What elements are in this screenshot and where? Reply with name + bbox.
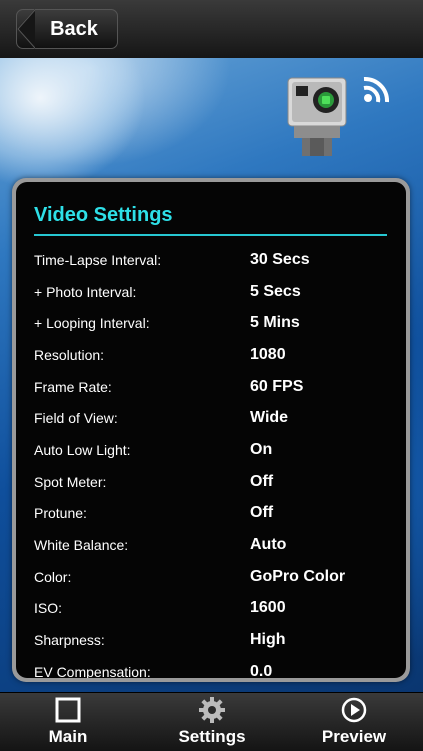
setting-row-ev-compensation[interactable]: EV Compensation: 0.0 — [34, 656, 394, 678]
setting-row-field-of-view[interactable]: Field of View: Wide — [34, 402, 394, 434]
back-button-label: Back — [50, 17, 98, 40]
setting-label: EV Compensation: — [34, 663, 151, 678]
setting-value: 60 FPS — [250, 377, 304, 395]
setting-row-looping-interval[interactable]: + Looping Interval: 5 Mins — [34, 307, 394, 339]
panel-title: Video Settings — [34, 204, 173, 226]
setting-row-spot-meter[interactable]: Spot Meter: Off — [34, 466, 394, 498]
setting-value: Wide — [250, 409, 289, 427]
tab-preview-label: Preview — [321, 727, 387, 746]
setting-label: Frame Rate: — [34, 378, 112, 395]
setting-value: 5 Mins — [250, 314, 300, 332]
tab-settings-label: Settings — [178, 727, 246, 746]
back-arrow-icon — [17, 9, 35, 49]
gear-icon — [198, 693, 226, 727]
video-settings-panel: Video Settings Time-Lapse Interval: 30 S… — [12, 178, 410, 682]
setting-row-white-balance[interactable]: White Balance: Auto — [34, 529, 394, 561]
setting-row-time-lapse-interval[interactable]: Time-Lapse Interval: 30 Secs — [34, 244, 394, 276]
camera-icon — [286, 74, 348, 158]
setting-label: Time-Lapse Interval: — [34, 251, 162, 268]
setting-value: 30 Secs — [250, 250, 310, 268]
setting-row-auto-low-light[interactable]: Auto Low Light: On — [34, 434, 394, 466]
setting-label: ISO: — [34, 600, 63, 617]
setting-value: Off — [250, 504, 274, 522]
setting-row-protune[interactable]: Protune: Off — [34, 498, 394, 530]
setting-label: + Looping Interval: — [34, 315, 150, 332]
setting-value: High — [250, 631, 286, 649]
setting-label: Sharpness: — [34, 632, 105, 649]
setting-row-iso[interactable]: ISO: 1600 — [34, 593, 394, 625]
top-nav-bar: Back — [0, 0, 423, 59]
setting-label: Spot Meter: — [34, 473, 107, 490]
setting-row-photo-interval[interactable]: + Photo Interval: 5 Secs — [34, 276, 394, 308]
back-button[interactable]: Back — [16, 9, 118, 49]
setting-value: GoPro Color — [250, 567, 346, 585]
setting-label: Color: — [34, 568, 72, 585]
tab-main-label: Main — [48, 727, 88, 746]
setting-label: + Photo Interval: — [34, 283, 137, 300]
title-divider — [34, 234, 387, 236]
setting-value: Auto — [250, 536, 287, 554]
setting-label: Resolution: — [34, 346, 105, 363]
tab-preview[interactable]: Preview — [312, 693, 396, 751]
tab-settings[interactable]: Settings — [170, 693, 254, 751]
play-circle-icon — [340, 693, 368, 727]
setting-row-color[interactable]: Color: GoPro Color — [34, 561, 394, 593]
setting-value: 1080 — [250, 345, 286, 363]
settings-panel-content[interactable]: Video Settings Time-Lapse Interval: 30 S… — [16, 182, 406, 678]
setting-row-sharpness[interactable]: Sharpness: High — [34, 624, 394, 656]
settings-list: Time-Lapse Interval: 30 Secs + Photo Int… — [34, 244, 394, 678]
setting-label: Field of View: — [34, 410, 118, 427]
setting-label: Protune: — [34, 505, 87, 522]
setting-row-resolution[interactable]: Resolution: 1080 — [34, 339, 394, 371]
setting-value: 1600 — [250, 599, 286, 617]
tab-main[interactable]: Main — [26, 693, 110, 751]
setting-label: White Balance: — [34, 537, 129, 554]
square-icon — [55, 693, 81, 727]
setting-value: 5 Secs — [250, 282, 301, 300]
setting-value: Off — [250, 472, 274, 490]
setting-value: On — [250, 440, 273, 458]
setting-row-frame-rate[interactable]: Frame Rate: 60 FPS — [34, 371, 394, 403]
setting-value: 0.0 — [250, 662, 273, 678]
wifi-icon — [362, 74, 398, 104]
bottom-tab-bar: Main Settings Preview — [0, 692, 423, 751]
setting-label: Auto Low Light: — [34, 441, 131, 458]
